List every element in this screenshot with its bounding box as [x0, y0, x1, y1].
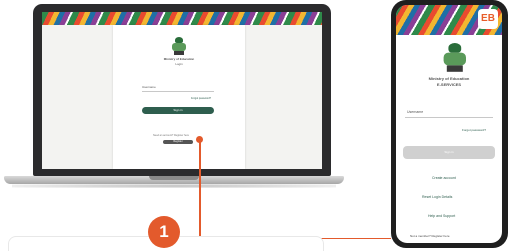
username-label: Username	[142, 85, 156, 89]
phone-username-field[interactable]	[405, 117, 493, 118]
laptop-notch	[149, 176, 199, 180]
phone-subtitle: E-SERVICES	[436, 82, 462, 87]
username-field[interactable]	[142, 91, 214, 92]
step-number-badge: 1	[148, 216, 180, 248]
phone-link-reset-login[interactable]: Reset Login Details	[422, 195, 452, 200]
register-link[interactable]: Register	[163, 140, 193, 144]
phone-coat-of-arms-icon	[442, 43, 468, 72]
phone-title: Ministry of Education	[428, 76, 470, 81]
phone-screen: EB Ministry of Education E-SERVICES User…	[396, 5, 502, 243]
phone-register-prompt[interactable]: Not a member? Register here	[410, 235, 450, 238]
phone-link-help[interactable]: Help and Support	[428, 214, 455, 219]
coat-of-arms-icon	[171, 37, 187, 55]
login-card: Ministry of Education Login Username For…	[113, 25, 245, 169]
callout-dot	[196, 136, 203, 143]
forgot-password-link[interactable]: Forgot password?	[191, 97, 211, 101]
phone-link-create-account[interactable]: Create account	[432, 176, 456, 181]
phone-forgot-link[interactable]: Forgot password?	[462, 129, 486, 132]
phone-login-label: Sign in	[444, 150, 454, 154]
header-pattern	[42, 12, 322, 25]
login-title: Ministry of Education	[163, 57, 195, 61]
login-button[interactable]: Sign in	[142, 107, 214, 114]
callout-line-vertical	[199, 140, 201, 240]
app-badge-icon: EB	[478, 9, 498, 29]
register-prompt: Need an account? Register here	[153, 134, 189, 137]
phone-login-button[interactable]: Sign in	[403, 146, 495, 159]
laptop-screen: Ministry of Education Login Username For…	[42, 12, 322, 169]
login-subtitle: Login	[175, 62, 183, 66]
phone-username-label: Username	[407, 110, 424, 114]
laptop-shadow	[12, 184, 336, 188]
